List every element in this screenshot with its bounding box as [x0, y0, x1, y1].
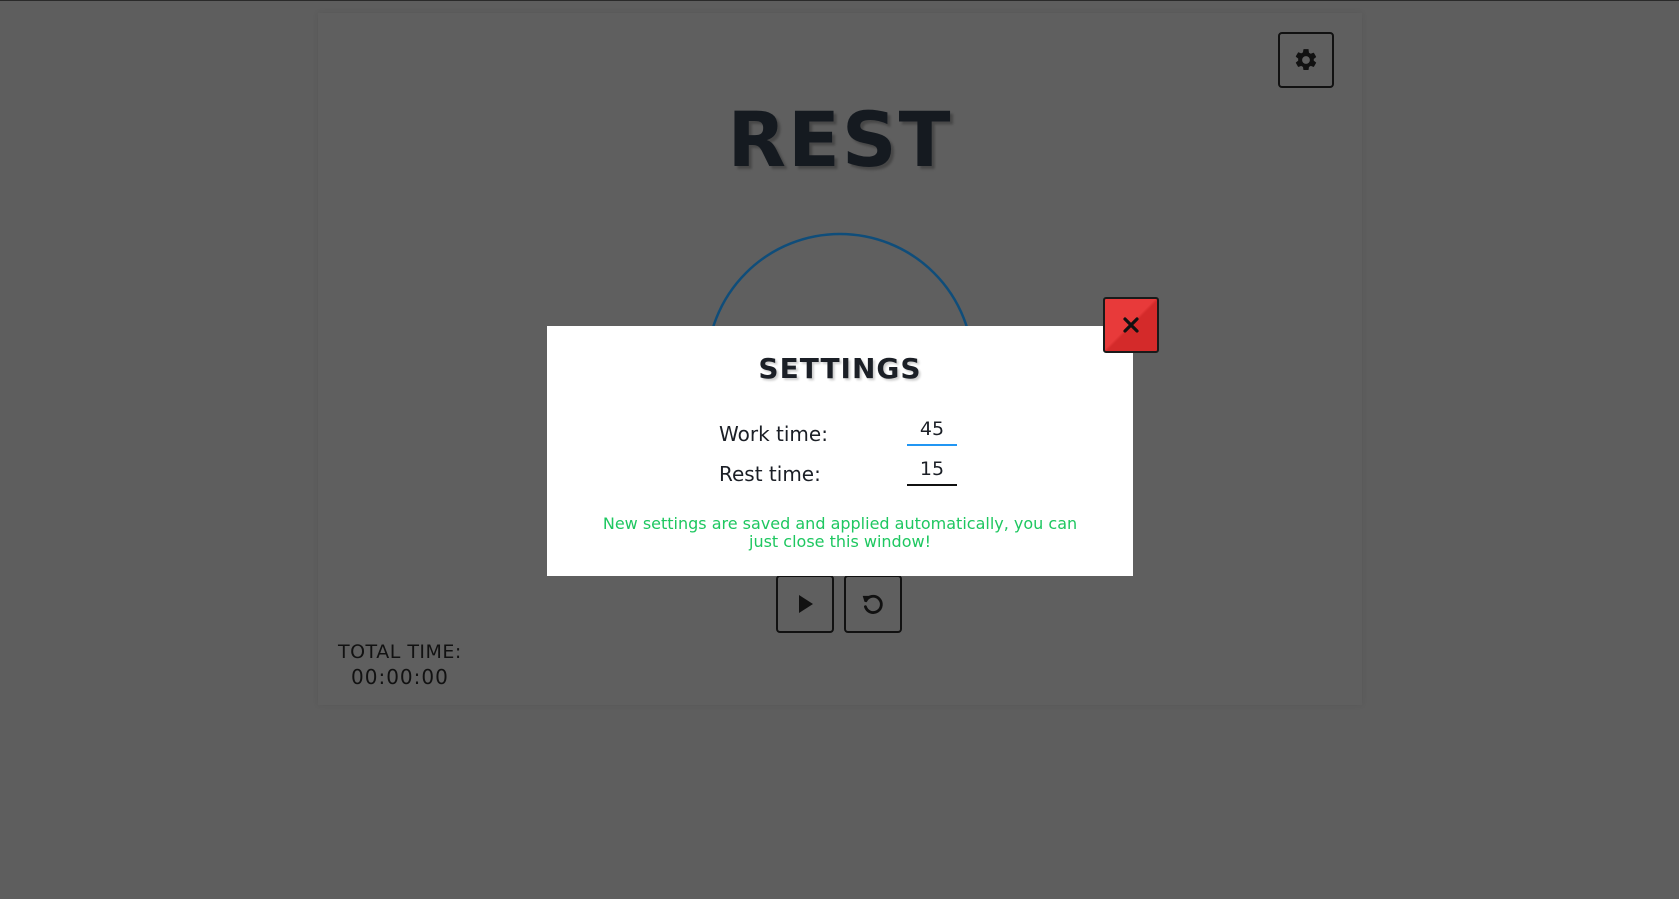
phase-title: REST: [727, 95, 953, 184]
rest-time-row: Rest time:: [719, 454, 969, 488]
reset-icon: [862, 594, 883, 614]
page: REST TOTAL TIME: 00:00:00 SETTINGS Work …: [0, 0, 1679, 899]
gear-icon: [1295, 49, 1317, 71]
rest-time-input[interactable]: [907, 454, 957, 486]
modal-title: SETTINGS: [758, 352, 922, 385]
rest-time-label: Rest time:: [719, 462, 821, 486]
total-time-value: 00:00:00: [351, 665, 449, 689]
total-time-label: TOTAL TIME:: [338, 641, 462, 663]
work-time-input[interactable]: [907, 414, 957, 446]
close-modal-button[interactable]: [1103, 297, 1159, 353]
close-icon: [1123, 317, 1139, 333]
work-time-label: Work time:: [719, 422, 828, 446]
work-time-row: Work time:: [719, 414, 969, 448]
controls: [776, 575, 902, 633]
autosave-note: New settings are saved and applied autom…: [602, 514, 1078, 551]
total-time: TOTAL TIME: 00:00:00: [338, 641, 462, 689]
play-icon: [799, 595, 813, 613]
settings-button[interactable]: [1278, 32, 1334, 88]
play-button[interactable]: [776, 575, 834, 633]
settings-modal: SETTINGS Work time: Rest time: New setti…: [547, 326, 1133, 576]
reset-button[interactable]: [844, 575, 902, 633]
